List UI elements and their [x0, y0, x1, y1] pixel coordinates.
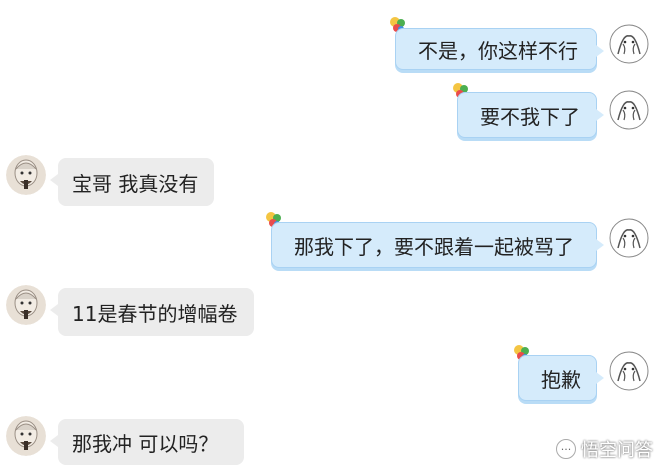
- user-avatar-self[interactable]: [609, 351, 649, 391]
- message-text: 宝哥 我真没有: [72, 171, 199, 196]
- message-text: 不是，你这样不行: [418, 38, 578, 63]
- message-bubble-incoming: 宝哥 我真没有: [50, 158, 214, 206]
- message-text: 那我下了，要不跟着一起被骂了: [294, 234, 574, 259]
- chat-bubble-icon: ···: [556, 439, 576, 459]
- user-avatar-self[interactable]: [609, 24, 649, 64]
- watermark: ··· 悟空问答: [556, 436, 653, 462]
- message-bubble-incoming: 11是春节的增幅卷: [50, 288, 254, 336]
- contact-avatar[interactable]: [6, 155, 46, 195]
- message-text: 那我冲 可以吗？: [72, 431, 219, 456]
- watermark-text: 悟空问答: [581, 440, 653, 461]
- user-avatar-self[interactable]: [609, 90, 649, 130]
- message-text: 抱歉: [541, 367, 581, 392]
- contact-avatar[interactable]: [6, 416, 46, 456]
- message-text: 要不我下了: [480, 104, 580, 129]
- message-bubble-incoming: 那我冲 可以吗？: [50, 419, 244, 465]
- contact-avatar[interactable]: [6, 285, 46, 325]
- message-bubble-outgoing: 要不我下了: [457, 92, 604, 138]
- message-bubble-outgoing: 不是，你这样不行: [395, 28, 604, 70]
- message-bubble-outgoing: 抱歉: [518, 355, 604, 401]
- message-bubble-outgoing: 那我下了，要不跟着一起被骂了: [271, 222, 604, 268]
- message-text: 11是春节的增幅卷: [72, 301, 238, 326]
- user-avatar-self[interactable]: [609, 218, 649, 258]
